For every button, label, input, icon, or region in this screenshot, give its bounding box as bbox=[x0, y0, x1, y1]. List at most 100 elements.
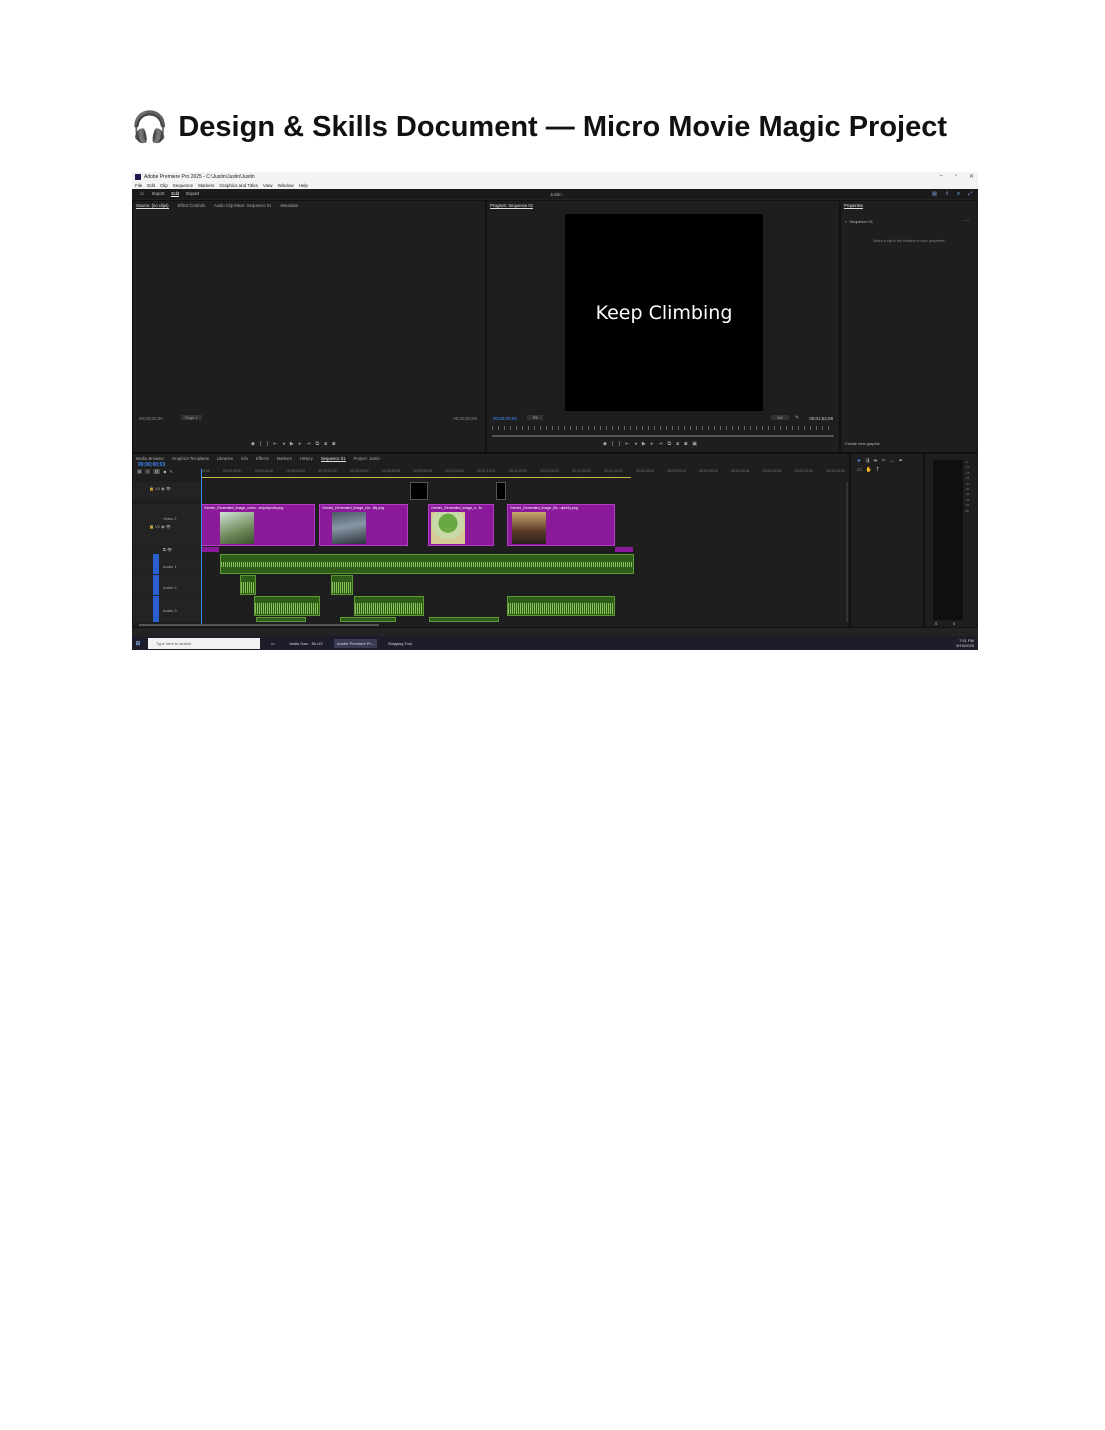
v3-clip[interactable] bbox=[496, 482, 506, 500]
page-select[interactable]: Page 1 bbox=[181, 415, 202, 420]
tab-program[interactable]: Program: Sequence 01 bbox=[490, 203, 534, 209]
menu-graphics[interactable]: Graphics and Titles bbox=[219, 183, 258, 188]
horizontal-scrollbar[interactable] bbox=[139, 624, 379, 626]
tab-info[interactable]: Info bbox=[241, 456, 248, 462]
menu-view[interactable]: View bbox=[263, 183, 273, 188]
mode-export[interactable]: Export bbox=[186, 191, 199, 197]
fullscreen-icon[interactable]: ⤢ bbox=[968, 191, 972, 197]
mode-edit[interactable]: Edit bbox=[171, 191, 180, 197]
camera-icon[interactable]: ◙ bbox=[332, 441, 335, 447]
step-forward-icon[interactable]: ▸ bbox=[299, 441, 302, 447]
menu-clip[interactable]: Clip bbox=[160, 183, 168, 188]
playhead[interactable] bbox=[201, 469, 202, 624]
close-icon[interactable]: ✕ bbox=[969, 173, 974, 180]
tab-history[interactable]: History bbox=[300, 456, 313, 462]
audio-clip[interactable] bbox=[507, 596, 615, 616]
minimize-icon[interactable]: – bbox=[939, 173, 942, 180]
ripple-edit-tool-icon[interactable]: ⇹ bbox=[873, 458, 877, 464]
menu-markers[interactable]: Markers bbox=[198, 183, 214, 188]
camera-icon[interactable]: ◙ bbox=[684, 441, 687, 447]
taskbar-chrome[interactable]: Justin Gao - Sk UX bbox=[286, 639, 326, 648]
solo-left-button[interactable]: S bbox=[935, 622, 937, 626]
taskbar-search[interactable]: Type here to search bbox=[148, 637, 260, 649]
play-icon[interactable]: ▶ bbox=[290, 441, 294, 447]
audio-clip[interactable] bbox=[340, 617, 396, 622]
zoom-scrollbar[interactable] bbox=[492, 435, 834, 437]
video-clip[interactable]: Gemini_Generated_Image_n...fn bbox=[428, 504, 494, 546]
mode-import[interactable]: Import bbox=[152, 191, 165, 197]
razor-tool-icon[interactable]: ✂ bbox=[882, 458, 886, 464]
track-select-tool-icon[interactable]: ⇶ bbox=[865, 458, 869, 464]
step-forward-icon[interactable]: ▸ bbox=[651, 441, 654, 447]
out-point-icon[interactable]: } bbox=[267, 441, 269, 447]
a3-source-patch[interactable] bbox=[153, 596, 159, 622]
play-icon[interactable]: ▶ bbox=[642, 441, 646, 447]
audio-clip[interactable] bbox=[256, 617, 306, 622]
restore-icon[interactable]: ▫ bbox=[955, 173, 957, 180]
add-marker-icon[interactable]: ◆ bbox=[163, 469, 166, 474]
solo-right-button[interactable]: S bbox=[953, 622, 955, 626]
wrench-icon[interactable]: ✎ bbox=[795, 415, 799, 421]
video-clip[interactable]: Gemini_Generated_Image_j9x...qhrb1y.png bbox=[507, 504, 615, 546]
menu-sequence[interactable]: Sequence bbox=[173, 183, 193, 188]
progress-icon[interactable]: ≡ bbox=[957, 191, 960, 197]
step-back-icon[interactable]: ◂ bbox=[282, 441, 285, 447]
settings-icon[interactable]: ✎ bbox=[169, 469, 172, 474]
program-mini-ruler[interactable] bbox=[492, 426, 834, 430]
step-back-icon[interactable]: ◂ bbox=[634, 441, 637, 447]
share-icon[interactable]: ⇪ bbox=[945, 191, 949, 197]
tab-libraries[interactable]: Libraries bbox=[217, 456, 233, 462]
vertical-scrollbar[interactable] bbox=[846, 482, 848, 622]
tab-effects[interactable]: Effects bbox=[256, 456, 269, 462]
menu-edit[interactable]: Edit bbox=[147, 183, 155, 188]
taskbar-premiere[interactable]: Adobe Premiere Pr... bbox=[333, 638, 377, 648]
type-tool-icon[interactable]: T bbox=[876, 467, 879, 473]
go-to-in-icon[interactable]: ⇤ bbox=[273, 441, 277, 447]
selection-tool-icon[interactable]: ➤ bbox=[857, 458, 861, 464]
audio-clip[interactable] bbox=[429, 617, 499, 622]
pen-tool-icon[interactable]: ✒ bbox=[899, 458, 903, 464]
tab-graphics-templates[interactable]: Graphics Templates bbox=[172, 456, 209, 462]
home-icon[interactable]: ⌂ bbox=[140, 191, 144, 197]
comparison-icon[interactable]: ▣ bbox=[692, 441, 697, 447]
audio-clip[interactable] bbox=[354, 596, 424, 616]
audio-clip[interactable] bbox=[254, 596, 320, 616]
overwrite-icon[interactable]: ⧈ bbox=[324, 441, 327, 447]
insert-icon[interactable]: ⧉ bbox=[316, 441, 320, 447]
tab-markers[interactable]: Markers bbox=[277, 456, 292, 462]
marker-icon[interactable]: ◆ bbox=[251, 441, 255, 447]
rectangle-tool-icon[interactable]: ▭ bbox=[857, 467, 862, 473]
out-point-icon[interactable]: } bbox=[619, 441, 621, 447]
in-point-icon[interactable]: { bbox=[612, 441, 614, 447]
snap-icon[interactable]: ∩ bbox=[145, 469, 151, 474]
go-to-out-icon[interactable]: ⇥ bbox=[658, 441, 662, 447]
time-ruler[interactable]: 00;00 00;00;08;00 00;00;16;00 00;00;24;0… bbox=[201, 469, 845, 477]
menu-window[interactable]: Window bbox=[278, 183, 294, 188]
slip-tool-icon[interactable]: ↔ bbox=[890, 458, 895, 464]
more-icon[interactable]: ⋯ bbox=[964, 218, 969, 224]
video-clip[interactable]: Gemini_Generated_Image_t1e...iliq.png bbox=[319, 504, 408, 546]
audio-clip[interactable] bbox=[331, 575, 353, 595]
v1-clip[interactable] bbox=[615, 547, 633, 552]
marker-icon[interactable]: ◆ bbox=[603, 441, 607, 447]
go-to-out-icon[interactable]: ⇥ bbox=[306, 441, 310, 447]
tab-metadata[interactable]: Metadata bbox=[280, 203, 297, 209]
timeline-timecode[interactable]: 00;00;00;03 bbox=[138, 462, 165, 468]
video-clip[interactable]: Gemini_Generated_Image_cmhu...vmjodqvmb.… bbox=[201, 504, 315, 546]
track-controls[interactable]: 🔒 V3 ◉ 👁 bbox=[149, 486, 171, 491]
program-timecode[interactable]: 00;00;00;03 bbox=[493, 416, 517, 421]
menu-file[interactable]: File bbox=[135, 183, 142, 188]
workspaces-icon[interactable]: ▤ bbox=[932, 191, 937, 197]
tab-source[interactable]: Source: (no clips) bbox=[136, 203, 169, 209]
tab-project[interactable]: Project: Justin bbox=[354, 456, 380, 462]
windows-start-icon[interactable]: ⊞ bbox=[132, 640, 144, 647]
audio-clip[interactable] bbox=[240, 575, 256, 595]
taskbar-clock[interactable]: 7:51 PM 5/15/2025 bbox=[956, 638, 974, 648]
task-view-icon[interactable]: ▭ bbox=[268, 639, 278, 648]
hand-tool-icon[interactable]: ✋ bbox=[866, 467, 872, 473]
resolution-select[interactable]: 1/2 bbox=[771, 415, 789, 420]
in-point-icon[interactable]: { bbox=[260, 441, 262, 447]
tab-audio-clip-mixer[interactable]: Audio Clip Mixer: Sequence 01 bbox=[214, 203, 272, 209]
a2-source-patch[interactable] bbox=[153, 575, 159, 595]
work-area-bar[interactable] bbox=[201, 477, 631, 478]
